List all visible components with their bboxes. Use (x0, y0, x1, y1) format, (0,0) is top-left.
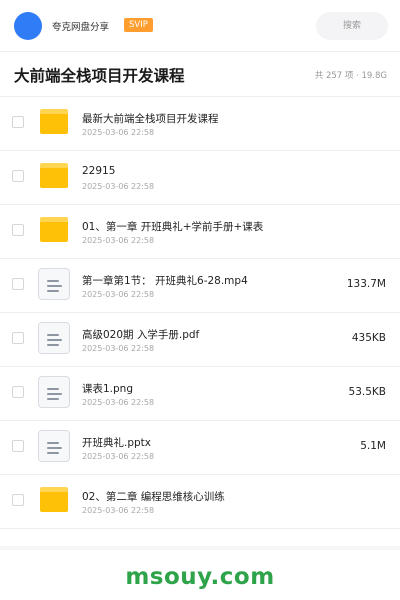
file-date: 2025-03-06 22:58 (82, 506, 155, 515)
divider (0, 546, 400, 550)
share-page: 夸克网盘分享 SVIP 搜索 大前端全栈项目开发课程 共 257 项 · 19.… (0, 0, 400, 600)
document-icon (38, 268, 70, 300)
select-checkbox[interactable] (12, 170, 24, 182)
file-size: 435KB (351, 332, 386, 344)
file-date: 2025-03-06 22:58 (82, 236, 155, 245)
list-item[interactable]: 02、第二章 编程思维核心训练 2025-03-06 22:58 (0, 475, 400, 529)
svip-badge: SVIP (124, 18, 153, 32)
file-size: 5.1M (360, 440, 386, 452)
search-input[interactable]: 搜索 (316, 12, 388, 40)
page-title: 大前端全栈项目开发课程 (14, 67, 185, 85)
search-placeholder: 搜索 (342, 21, 361, 31)
list-item[interactable]: 第一章第1节： 开班典礼6-28.mp4 2025-03-06 22:58 133.… (0, 259, 400, 313)
select-checkbox[interactable] (12, 224, 24, 236)
folder-icon (40, 487, 68, 512)
document-icon (38, 430, 70, 462)
list-item[interactable]: 课表1.png 2025-03-06 22:58 53.5KB (0, 367, 400, 421)
file-name: 02、第二章 编程思维核心训练 (82, 491, 225, 503)
list-item[interactable]: 高级020期 入学手册.pdf 2025-03-06 22:58 435KB (0, 313, 400, 367)
list-item[interactable]: 01、第一章 开班典礼+学前手册+课表 2025-03-06 22:58 (0, 205, 400, 259)
file-list: 最新大前端全栈项目开发课程 2025-03-06 22:58 22915 2025-0… (0, 97, 400, 529)
select-checkbox[interactable] (12, 440, 24, 452)
avatar[interactable] (14, 12, 42, 40)
file-date: 2025-03-06 22:58 (82, 128, 155, 137)
file-size: 53.5KB (348, 386, 386, 398)
file-name: 课表1.png (82, 383, 134, 395)
select-checkbox[interactable] (12, 278, 24, 290)
folder-icon (40, 217, 68, 242)
document-icon (38, 376, 70, 408)
item-count-summary: 共 257 项 · 19.8G (314, 71, 387, 81)
site-watermark: msouy.com (125, 564, 275, 590)
select-checkbox[interactable] (12, 494, 24, 506)
file-size: 133.7M (346, 278, 386, 290)
file-name: 第一章第1节： 开班典礼6-28.mp4 (82, 275, 248, 287)
list-item[interactable]: 22915 2025-03-06 22:58 (0, 151, 400, 205)
list-item[interactable]: 最新大前端全栈项目开发课程 2025-03-06 22:58 (0, 97, 400, 151)
file-name: 最新大前端全栈项目开发课程 (82, 113, 219, 125)
folder-icon (40, 163, 68, 188)
file-name: 22915 (82, 165, 116, 177)
share-source-name: 夸克网盘分享 (52, 22, 110, 33)
file-name: 开班典礼.pptx (82, 437, 151, 449)
select-checkbox[interactable] (12, 116, 24, 128)
file-name: 01、第一章 开班典礼+学前手册+课表 (82, 221, 264, 233)
select-checkbox[interactable] (12, 386, 24, 398)
file-date: 2025-03-06 22:58 (82, 398, 155, 407)
file-date: 2025-03-06 22:58 (82, 182, 155, 191)
document-icon (38, 322, 70, 354)
folder-icon (40, 109, 68, 134)
file-date: 2025-03-06 22:58 (82, 344, 155, 353)
file-date: 2025-03-06 22:58 (82, 290, 155, 299)
header: 夸克网盘分享 SVIP 搜索 (0, 0, 400, 52)
file-date: 2025-03-06 22:58 (82, 452, 155, 461)
file-name: 高级020期 入学手册.pdf (82, 329, 200, 341)
select-checkbox[interactable] (12, 332, 24, 344)
list-item[interactable]: 开班典礼.pptx 2025-03-06 22:58 5.1M (0, 421, 400, 475)
